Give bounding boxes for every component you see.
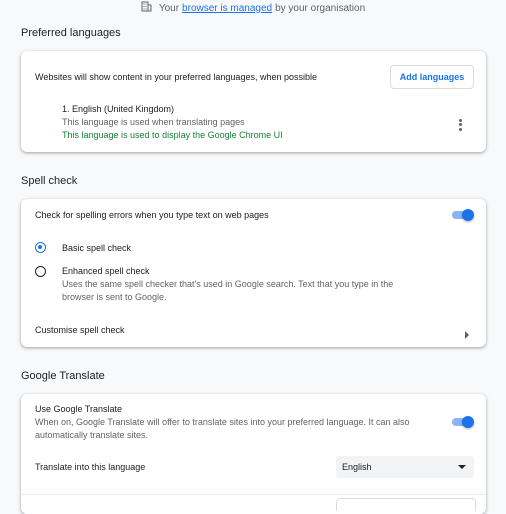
enhanced-spell-check-label[interactable]: Enhanced spell check	[62, 266, 150, 276]
translate-language-value: English	[342, 462, 372, 472]
building-icon	[141, 1, 152, 15]
enhanced-spell-check-radio[interactable]	[35, 266, 46, 277]
banner-prefix: Your	[158, 2, 180, 14]
spell-check-card: Check for spelling errors when you type …	[21, 199, 486, 347]
spell-check-toggle[interactable]	[452, 209, 474, 221]
customise-spell-check-label[interactable]: Customise spell check	[35, 325, 125, 335]
languages-description: Websites will show content in your prefe…	[35, 72, 317, 82]
preferred-languages-title: Preferred languages	[21, 27, 121, 39]
more-options-icon[interactable]	[458, 117, 462, 132]
language-ui-note: This language is used to display the Goo…	[62, 130, 283, 140]
use-google-translate-label: Use Google Translate	[35, 404, 123, 414]
managed-banner: Your browser is managed by your organisa…	[0, 0, 506, 16]
language-item: 1. English (United Kingdom) This languag…	[62, 103, 283, 142]
preferred-languages-card: Websites will show content in your prefe…	[21, 51, 486, 152]
divider	[21, 494, 486, 495]
managed-link[interactable]: browser is managed	[182, 3, 272, 14]
google-translate-toggle[interactable]	[452, 416, 474, 428]
google-translate-title: Google Translate	[21, 370, 105, 382]
banner-suffix: by your organisation	[275, 2, 366, 14]
enhanced-spell-check-description: Uses the same spell checker that's used …	[62, 279, 394, 302]
basic-spell-check-radio[interactable]	[35, 242, 46, 253]
translate-into-label: Translate into this language	[35, 462, 146, 472]
language-name: 1. English (United Kingdom)	[62, 104, 175, 114]
spell-check-toggle-label: Check for spelling errors when you type …	[35, 210, 269, 220]
language-translate-note: This language is used when translating p…	[62, 117, 245, 127]
spell-check-title: Spell check	[21, 175, 78, 187]
google-translate-card: Use Google Translate When on, Google Tra…	[21, 394, 486, 514]
chevron-down-icon	[458, 465, 466, 469]
use-google-translate-description: When on, Google Translate will offer to …	[35, 417, 410, 440]
translate-language-select[interactable]: English	[336, 456, 474, 478]
chevron-right-icon[interactable]	[464, 326, 470, 344]
add-languages-button[interactable]: Add languages	[390, 65, 474, 89]
basic-spell-check-label[interactable]: Basic spell check	[62, 243, 131, 253]
